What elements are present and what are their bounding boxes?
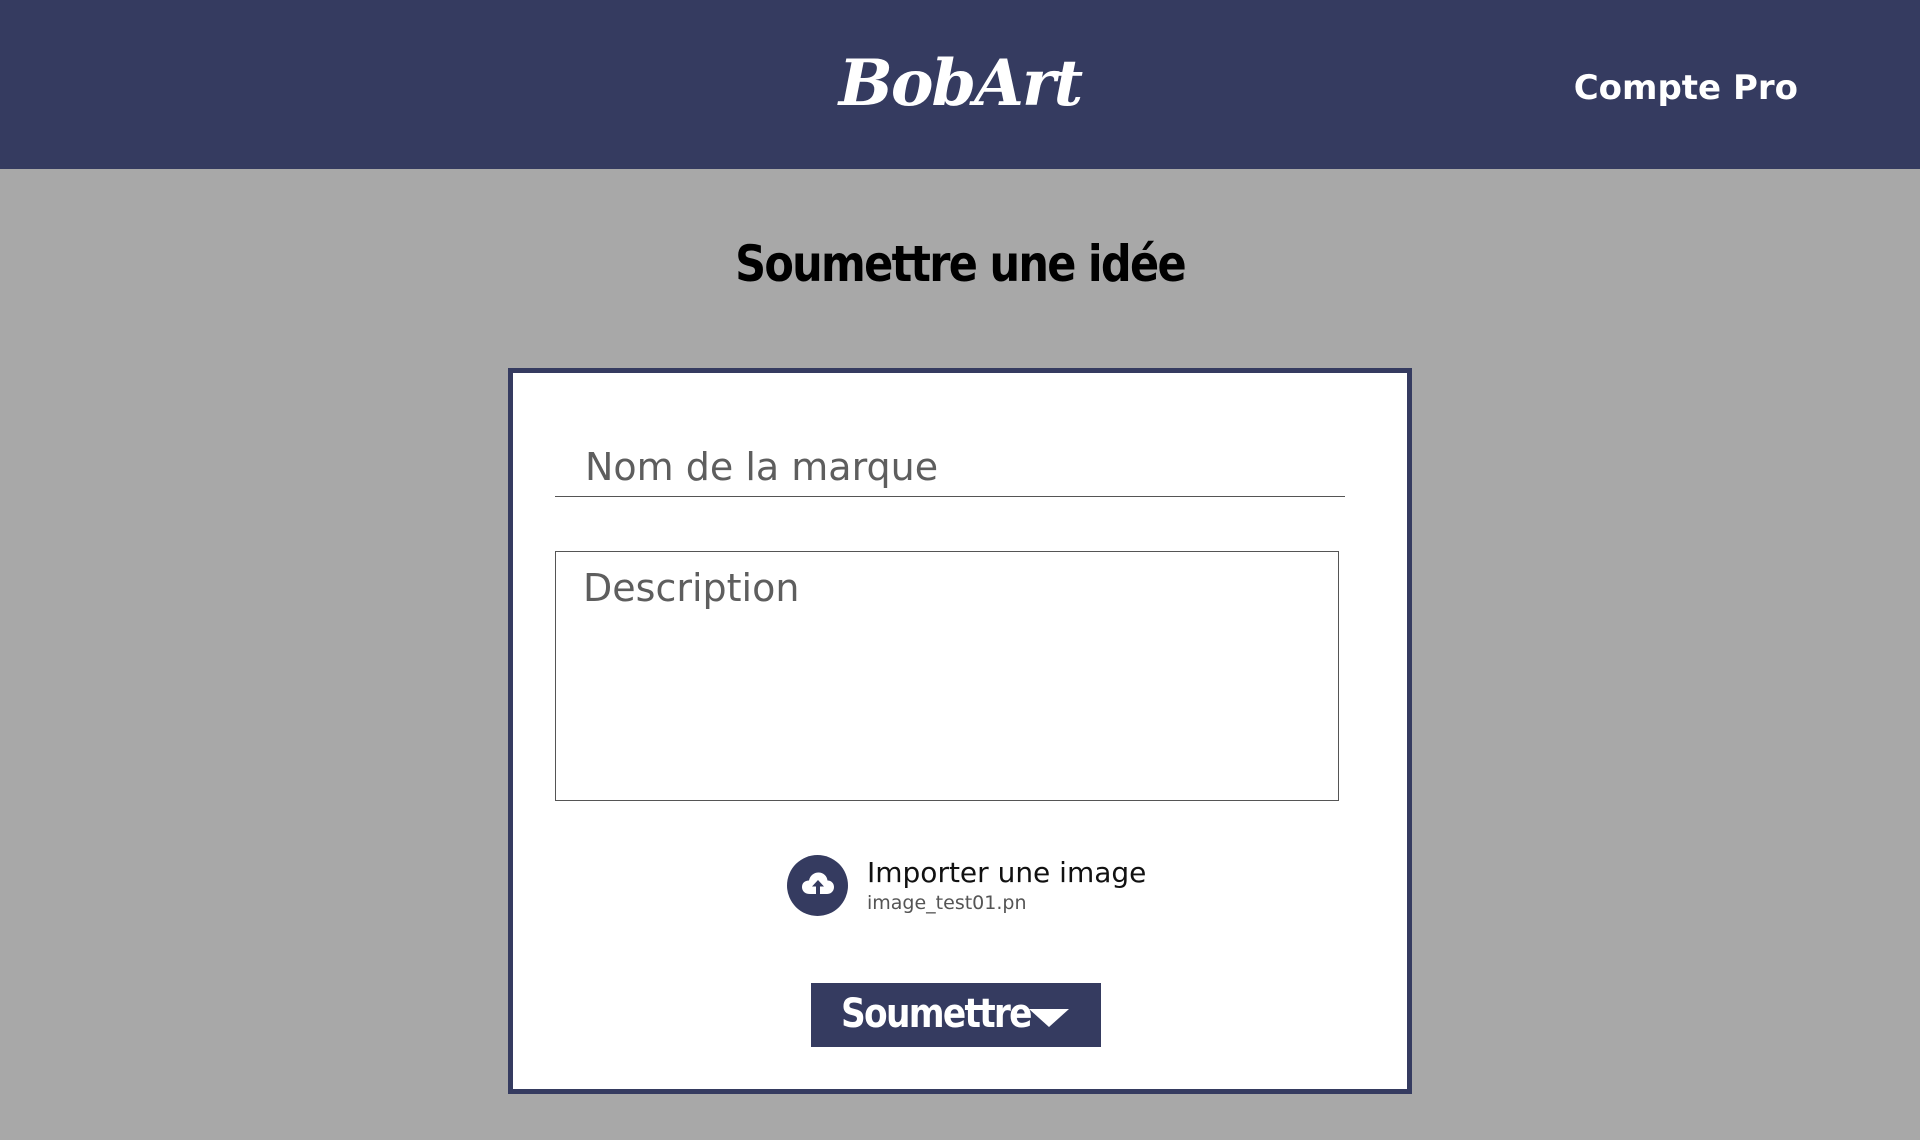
- uploaded-filename: image_test01.pn: [867, 892, 1027, 914]
- submit-button-label: Soumettre: [841, 991, 1032, 1037]
- submit-idea-form: Importer une image image_test01.pn Soume…: [508, 368, 1412, 1094]
- upload-image-label[interactable]: Importer une image: [867, 855, 1146, 891]
- top-header: BobArt Compte Pro: [0, 0, 1920, 169]
- description-textarea[interactable]: [555, 551, 1339, 801]
- page-title: Soumettre une idée: [735, 235, 1187, 293]
- pro-account-link[interactable]: Compte Pro: [1574, 66, 1798, 110]
- cloud-upload-icon[interactable]: [787, 855, 848, 916]
- chevron-down-icon: [1029, 1009, 1069, 1030]
- submit-button[interactable]: Soumettre: [811, 983, 1101, 1047]
- brand-name-input[interactable]: [555, 437, 1345, 497]
